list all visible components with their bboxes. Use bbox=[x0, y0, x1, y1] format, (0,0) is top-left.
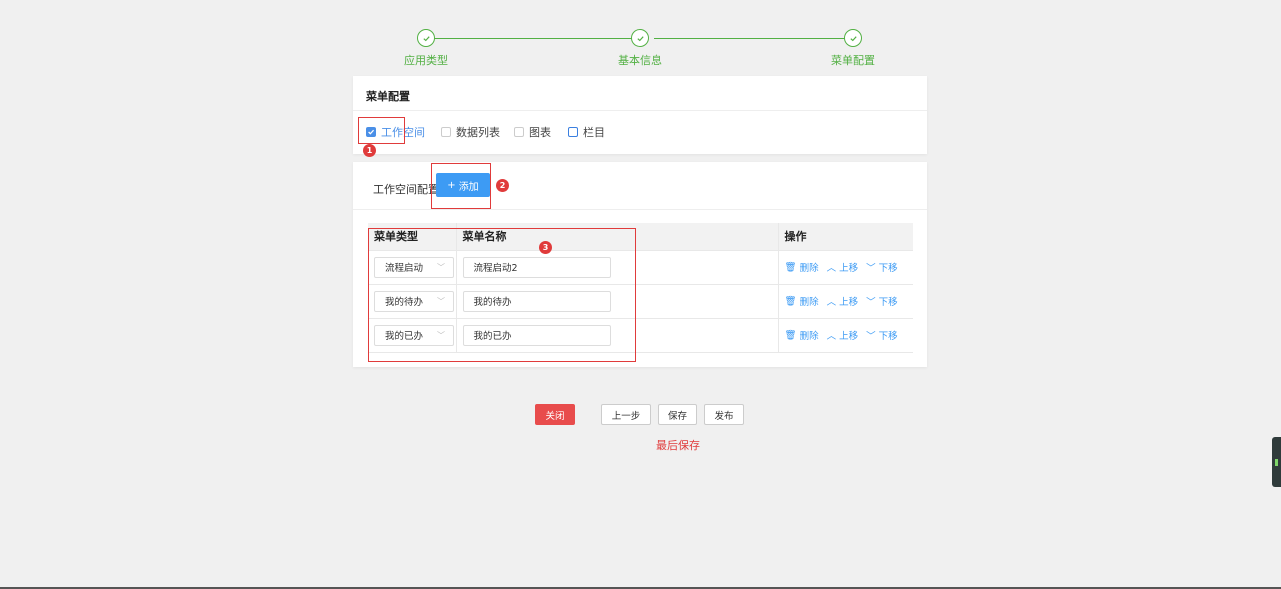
chevron-up-icon: ︿ bbox=[826, 263, 837, 274]
checkbox-icon bbox=[568, 127, 578, 137]
checkbox-data-list[interactable]: 数据列表 bbox=[441, 124, 500, 140]
annotation-badge: 1 bbox=[363, 144, 376, 157]
column-header-spacer bbox=[631, 223, 779, 251]
checkbox-icon bbox=[441, 127, 451, 137]
widget-indicator-icon bbox=[1275, 459, 1278, 466]
trash-icon: 🗑 bbox=[784, 261, 797, 273]
delete-button[interactable]: 🗑 删除 bbox=[784, 294, 819, 309]
save-button[interactable]: 保存 bbox=[658, 404, 697, 425]
step-label: 应用类型 bbox=[404, 54, 448, 67]
checkbox-column[interactable]: 栏目 bbox=[568, 124, 605, 140]
move-up-label: 上移 bbox=[839, 263, 859, 274]
move-up-button[interactable]: ︿ 上移 bbox=[827, 294, 859, 308]
move-up-button[interactable]: ︿ 上移 bbox=[827, 328, 859, 342]
chevron-down-icon: ﹀ bbox=[866, 297, 876, 308]
move-down-button[interactable]: ﹀ 下移 bbox=[866, 294, 898, 308]
row-actions: 🗑 删除 ︿ 上移 ﹀ 下移 bbox=[784, 294, 914, 309]
move-down-label: 下移 bbox=[878, 263, 898, 274]
panel-title: 工作空间配置 bbox=[373, 183, 439, 196]
move-up-label: 上移 bbox=[839, 297, 859, 308]
trash-icon: 🗑 bbox=[784, 295, 797, 307]
chevron-up-icon: ︿ bbox=[826, 297, 837, 308]
step-label: 菜单配置 bbox=[831, 54, 875, 67]
trash-icon: 🗑 bbox=[784, 329, 797, 341]
row-actions: 🗑 删除 ︿ 上移 ﹀ 下移 bbox=[784, 260, 914, 275]
checkbox-label: 图表 bbox=[529, 126, 551, 139]
check-icon bbox=[844, 29, 862, 47]
annotation-box bbox=[431, 163, 491, 209]
side-widget[interactable] bbox=[1272, 437, 1281, 487]
column-header-actions: 操作 bbox=[778, 223, 913, 251]
move-down-button[interactable]: ﹀ 下移 bbox=[866, 328, 898, 342]
checkbox-chart[interactable]: 图表 bbox=[514, 124, 551, 140]
move-down-label: 下移 bbox=[878, 297, 898, 308]
chevron-up-icon: ︿ bbox=[826, 331, 837, 342]
step-basic-info[interactable]: 基本信息 bbox=[600, 28, 680, 68]
checkbox-label: 栏目 bbox=[583, 126, 605, 139]
move-up-label: 上移 bbox=[839, 331, 859, 342]
checkbox-label: 数据列表 bbox=[456, 126, 500, 139]
step-label: 基本信息 bbox=[618, 54, 662, 67]
chevron-down-icon: ﹀ bbox=[866, 263, 876, 274]
row-actions: 🗑 删除 ︿ 上移 ﹀ 下移 bbox=[784, 328, 914, 343]
close-button[interactable]: 关闭 bbox=[535, 404, 575, 425]
panel-title: 菜单配置 bbox=[353, 76, 927, 111]
prev-step-button[interactable]: 上一步 bbox=[601, 404, 651, 425]
annotation-badge: 2 bbox=[496, 179, 509, 192]
step-menu-config[interactable]: 菜单配置 bbox=[813, 28, 893, 68]
move-down-button[interactable]: ﹀ 下移 bbox=[866, 260, 898, 274]
delete-button[interactable]: 🗑 删除 bbox=[784, 260, 819, 275]
step-app-type[interactable]: 应用类型 bbox=[386, 28, 466, 68]
menu-type-checkboxes: 工作空间 数据列表 图表 栏目 bbox=[353, 111, 927, 153]
checkbox-icon bbox=[514, 127, 524, 137]
move-down-label: 下移 bbox=[878, 331, 898, 342]
chevron-down-icon: ﹀ bbox=[866, 331, 876, 342]
annotation-box bbox=[358, 117, 405, 144]
progress-steps: 应用类型 基本信息 菜单配置 bbox=[352, 28, 928, 68]
check-icon bbox=[631, 29, 649, 47]
move-up-button[interactable]: ︿ 上移 bbox=[827, 260, 859, 274]
delete-button[interactable]: 🗑 删除 bbox=[784, 328, 819, 343]
delete-label: 删除 bbox=[799, 297, 819, 308]
annotation-box bbox=[368, 228, 636, 362]
save-note: 最后保存 bbox=[656, 439, 700, 452]
annotation-badge: 3 bbox=[539, 241, 552, 254]
delete-label: 删除 bbox=[799, 331, 819, 342]
check-icon bbox=[417, 29, 435, 47]
menu-config-panel: 菜单配置 工作空间 数据列表 图表 栏目 bbox=[353, 76, 927, 154]
delete-label: 删除 bbox=[799, 263, 819, 274]
publish-button[interactable]: 发布 bbox=[704, 404, 744, 425]
